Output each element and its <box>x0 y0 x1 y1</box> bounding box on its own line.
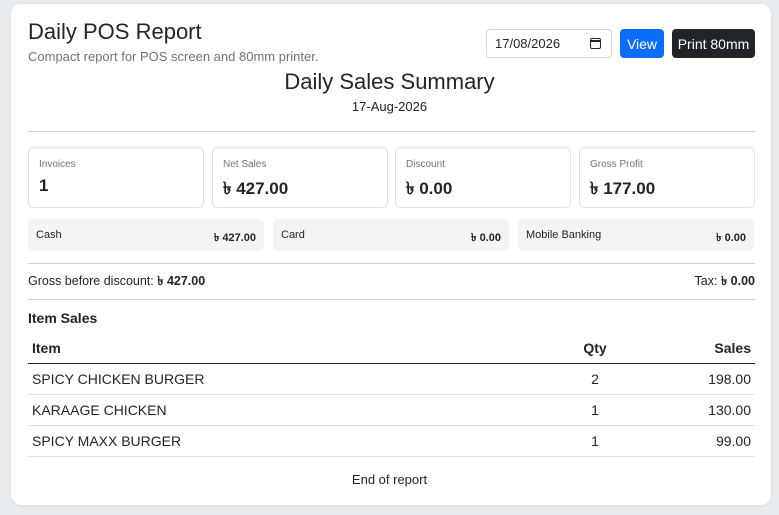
date-input[interactable]: 17/08/2026 <box>486 29 612 58</box>
payment-value: ৳ 0.00 <box>716 232 746 244</box>
column-header-qty: Qty <box>565 333 625 364</box>
date-value: 17/08/2026 <box>495 36 561 51</box>
page-subtitle: Compact report for POS screen and 80mm p… <box>28 49 319 64</box>
stat-card-invoices: Invoices 1 <box>28 147 204 208</box>
cell-item: SPICY CHICKEN BURGER <box>28 363 565 395</box>
divider <box>28 263 755 264</box>
tax-total: Tax: ৳ 0.00 <box>695 273 755 293</box>
cell-qty: 1 <box>565 425 625 457</box>
divider <box>28 299 755 300</box>
gross-label: Gross before discount: <box>28 274 154 288</box>
gross-before-discount: Gross before discount: ৳ 427.00 <box>28 273 205 293</box>
payment-label: Cash <box>36 229 62 241</box>
cell-item: KARAAGE CHICKEN <box>28 394 565 426</box>
calendar-icon[interactable] <box>590 38 601 49</box>
payment-value: ৳ 427.00 <box>213 232 256 244</box>
payment-value: ৳ 0.00 <box>471 232 501 244</box>
stat-value: ৳ 177.00 <box>590 179 656 198</box>
stat-card-gross-profit: Gross Profit ৳ 177.00 <box>579 147 755 208</box>
stat-label: Net Sales <box>223 159 267 170</box>
payment-label: Mobile Banking <box>526 229 602 241</box>
tax-value: ৳ 0.00 <box>720 274 755 288</box>
cell-sales: 99.00 <box>625 425 755 457</box>
stat-value: 1 <box>39 176 49 195</box>
table-header-row: Item Qty Sales <box>28 333 755 364</box>
stat-card-net-sales: Net Sales ৳ 427.00 <box>212 147 388 208</box>
cell-sales: 130.00 <box>625 394 755 426</box>
payment-mobile-banking: Mobile Banking ৳ 0.00 <box>518 219 754 251</box>
item-sales-title: Item Sales <box>28 310 98 326</box>
view-button[interactable]: View <box>620 29 664 58</box>
column-header-item: Item <box>28 333 565 364</box>
payment-label: Card <box>281 229 305 241</box>
stat-value: ৳ 0.00 <box>406 179 453 198</box>
summary-date: 17-Aug-2026 <box>351 99 428 114</box>
stat-label: Invoices <box>39 159 76 170</box>
page-title: Daily POS Report <box>28 19 202 44</box>
table-row: SPICY CHICKEN BURGER 2 198.00 <box>28 363 755 395</box>
table-row: SPICY MAXX BURGER 1 99.00 <box>28 425 755 457</box>
stat-value: ৳ 427.00 <box>223 179 289 198</box>
stat-label: Discount <box>406 159 445 170</box>
item-sales-table: Item Qty Sales SPICY CHICKEN BURGER 2 19… <box>28 333 755 457</box>
cell-qty: 2 <box>565 363 625 395</box>
print-button[interactable]: Print 80mm <box>672 29 755 58</box>
divider <box>28 131 755 132</box>
stat-card-discount: Discount ৳ 0.00 <box>395 147 571 208</box>
stat-label: Gross Profit <box>590 159 643 170</box>
cell-qty: 1 <box>565 394 625 426</box>
payment-card: Card ৳ 0.00 <box>273 219 509 251</box>
summary-title: Daily Sales Summary <box>284 69 495 94</box>
end-of-report: End of report <box>351 472 428 487</box>
column-header-sales: Sales <box>625 333 755 364</box>
payment-cash: Cash ৳ 427.00 <box>28 219 264 251</box>
cell-sales: 198.00 <box>625 363 755 395</box>
gross-value: ৳ 427.00 <box>157 274 206 288</box>
cell-item: SPICY MAXX BURGER <box>28 425 565 457</box>
table-row: KARAAGE CHICKEN 1 130.00 <box>28 394 755 426</box>
tax-label: Tax: <box>694 274 718 288</box>
